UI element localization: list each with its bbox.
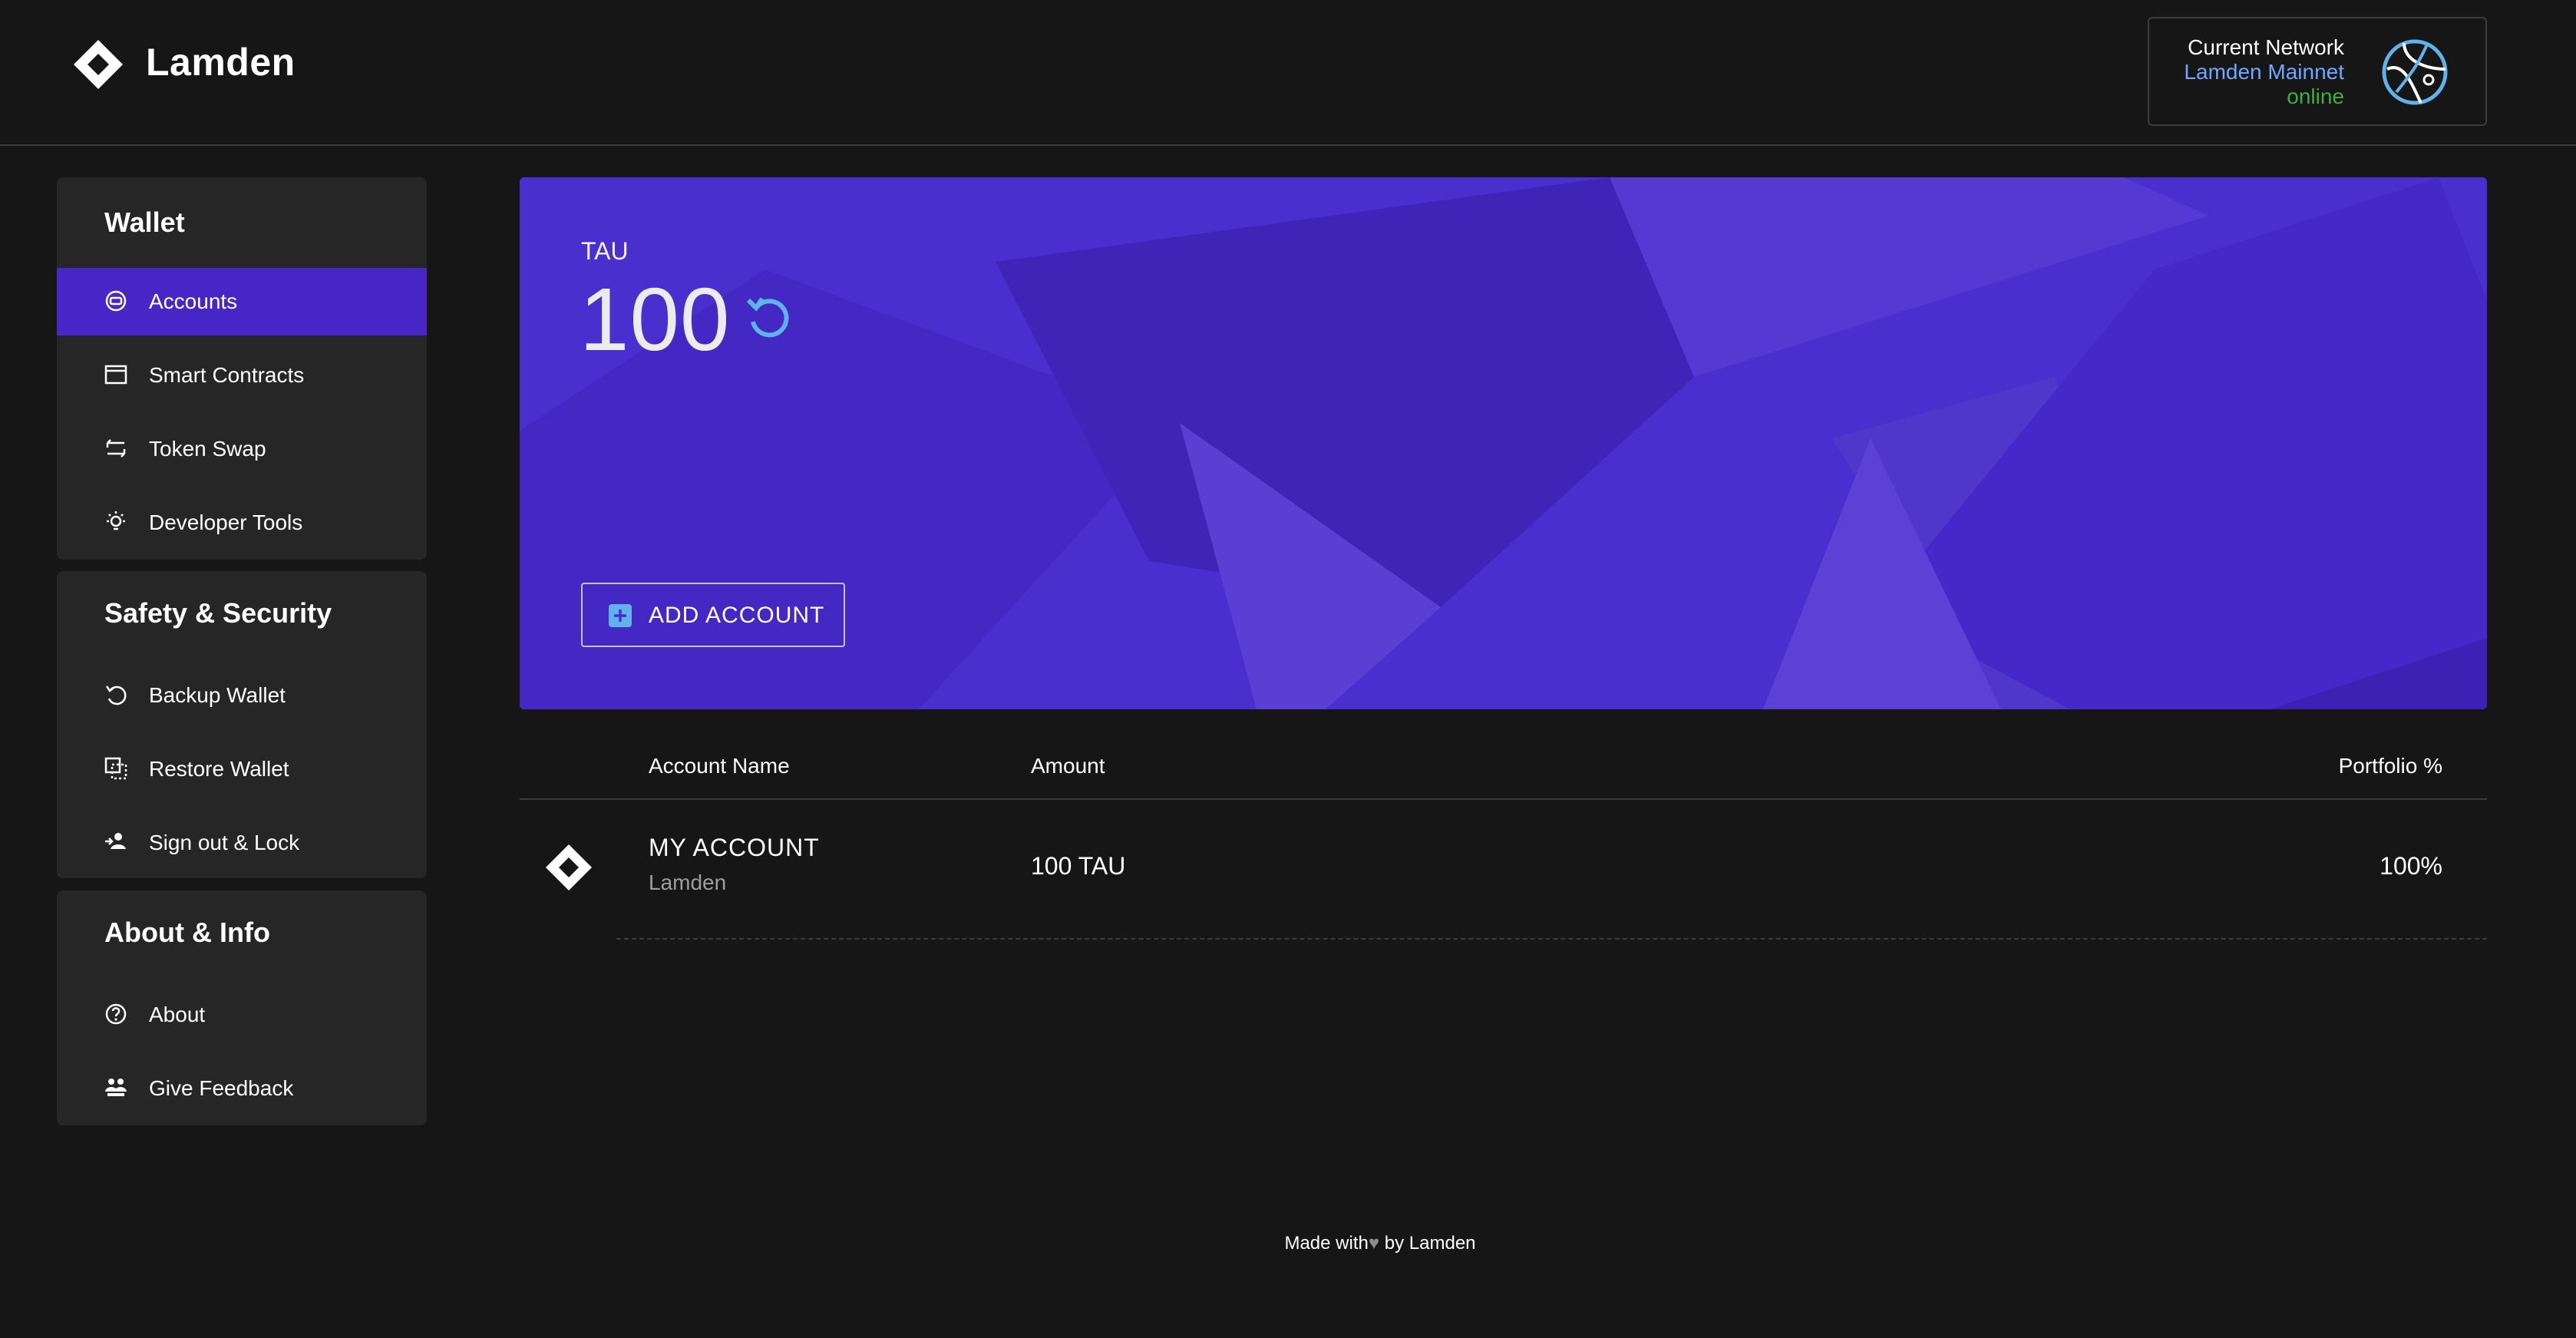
sidebar-item-token-swap[interactable]: Token Swap	[57, 415, 427, 483]
footer-by: by Lamden	[1384, 1233, 1476, 1254]
add-icon	[609, 604, 632, 627]
top-header: Lamden Current Network Lamden Mainnet on…	[0, 0, 2576, 146]
about-panel: About & Info About Give Feedback	[57, 890, 427, 1125]
balance-hero-card: TAU 100 ADD ACCOUNT	[520, 177, 2487, 709]
network-name: Lamden Mainnet	[2184, 60, 2344, 84]
sidebar-item-label: Backup Wallet	[149, 683, 286, 707]
sidebar-item-label: Give Feedback	[149, 1076, 294, 1100]
account-amount: 100 TAU	[1031, 852, 1126, 880]
wallet-panel: Wallet Accounts Smart Contracts Token Sw…	[57, 177, 427, 560]
account-network: Lamden	[649, 871, 727, 894]
column-header-portfolio: Portfolio %	[2338, 754, 2442, 778]
lightbulb-icon	[107, 511, 125, 530]
about-section-title: About & Info	[104, 917, 270, 948]
network-globe-icon	[2382, 39, 2448, 105]
lamden-logo-icon	[74, 40, 123, 89]
row-divider	[616, 938, 2487, 940]
sidebar-item-label: Smart Contracts	[149, 363, 305, 387]
smart-contracts-icon	[104, 365, 127, 385]
sidebar-item-developer-tools[interactable]: Developer Tools	[57, 489, 427, 557]
heart-icon: ♥	[1368, 1233, 1380, 1254]
backup-icon	[105, 686, 127, 705]
swap-icon	[106, 439, 126, 458]
balance-currency-label: TAU	[581, 237, 629, 265]
sidebar-item-label: Developer Tools	[149, 510, 303, 534]
sign-out-icon	[105, 833, 126, 849]
sidebar-item-sign-out[interactable]: Sign out & Lock	[57, 809, 427, 877]
sidebar-item-label: Accounts	[149, 289, 238, 313]
sidebar-item-give-feedback[interactable]: Give Feedback	[57, 1055, 427, 1122]
security-section-title: Safety & Security	[104, 597, 332, 629]
balance-amount: 100	[580, 269, 731, 369]
network-status: online	[2287, 84, 2344, 108]
refresh-icon[interactable]	[742, 291, 794, 343]
sidebar-item-smart-contracts[interactable]: Smart Contracts	[57, 342, 427, 409]
footer-made-with: Made with	[1284, 1233, 1369, 1254]
sidebar-item-backup-wallet[interactable]: Backup Wallet	[57, 662, 427, 729]
column-header-account-name: Account Name	[649, 754, 790, 778]
add-account-button[interactable]: ADD ACCOUNT	[581, 583, 845, 647]
footer: Made with♥ by Lamden	[0, 1233, 2576, 1254]
sidebar-item-accounts[interactable]: Accounts	[57, 268, 427, 335]
security-panel: Safety & Security Backup Wallet Restore …	[57, 571, 427, 878]
accounts-icon	[105, 290, 127, 312]
table-row[interactable]: MY ACCOUNT Lamden 100 TAU 100%	[520, 800, 2487, 938]
wallet-section-title: Wallet	[104, 206, 185, 238]
sidebar-item-label: Restore Wallet	[149, 757, 289, 781]
sidebar-item-restore-wallet[interactable]: Restore Wallet	[57, 735, 427, 803]
help-icon	[105, 1003, 127, 1025]
restore-icon	[104, 757, 127, 780]
sidebar-item-label: Sign out & Lock	[149, 831, 300, 854]
add-account-label: ADD ACCOUNT	[649, 603, 825, 628]
lamden-token-icon	[546, 844, 592, 890]
sidebar-item-label: Token Swap	[149, 437, 266, 461]
account-name: MY ACCOUNT	[649, 834, 820, 861]
app-title: Lamden	[146, 41, 296, 84]
network-selector[interactable]: Current Network Lamden Mainnet online	[2148, 17, 2487, 126]
account-portfolio-percent: 100%	[2379, 852, 2442, 880]
feedback-icon	[105, 1079, 127, 1096]
sidebar-item-about[interactable]: About	[57, 981, 427, 1049]
sidebar-item-label: About	[149, 1003, 206, 1026]
network-label: Current Network	[2188, 35, 2344, 59]
column-header-amount: Amount	[1031, 754, 1105, 778]
